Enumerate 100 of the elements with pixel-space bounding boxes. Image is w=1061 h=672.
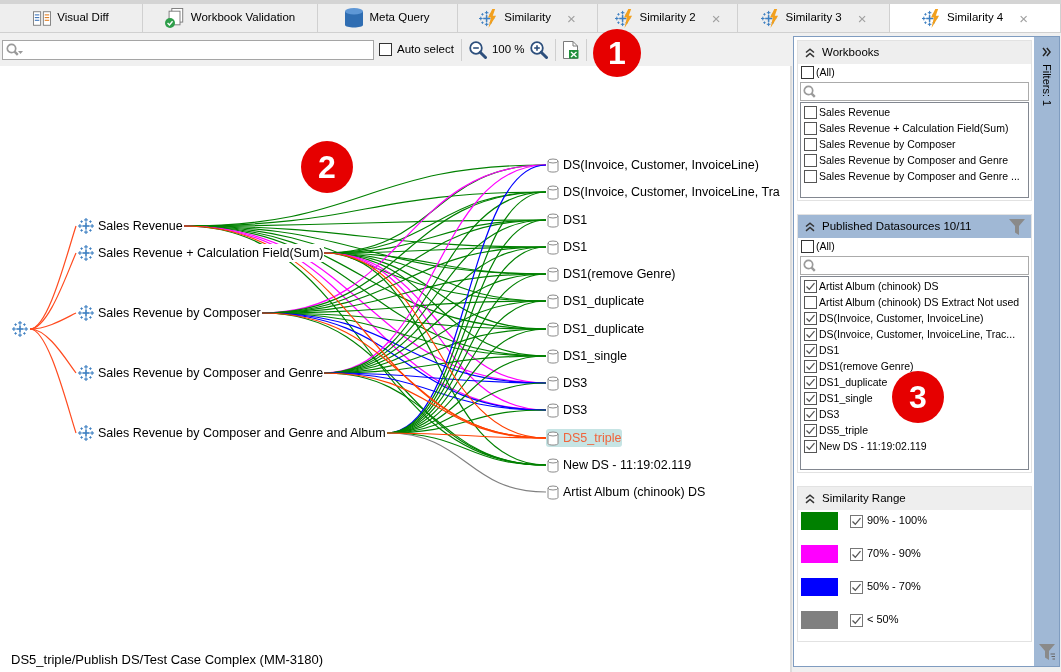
checkbox[interactable] <box>804 311 817 325</box>
datasource-node[interactable]: DS1(remove Genre) <box>546 265 677 283</box>
checkbox-label[interactable]: Sales Revenue by Composer and Genre ... <box>819 169 1020 183</box>
checkbox-label[interactable]: DS3 <box>819 407 840 421</box>
section-title: Published Datasources 10/11 <box>822 219 972 234</box>
checkbox-label[interactable]: (All) <box>816 239 835 253</box>
section-header[interactable]: Published Datasources 10/11 <box>798 215 1031 238</box>
checkbox-label[interactable]: DS1_single <box>819 391 873 405</box>
checkbox-label[interactable]: 70% - 90% <box>867 547 921 561</box>
datasource-node[interactable]: DS1_single <box>546 347 628 365</box>
checkbox-label[interactable]: 50% - 70% <box>867 580 921 594</box>
checkbox[interactable] <box>804 169 817 183</box>
cylinder-icon <box>547 266 559 282</box>
tab[interactable]: Similarity 3 × <box>738 4 890 32</box>
checkbox-label[interactable]: DS(Invoice, Customer, InvoiceLine) <box>819 311 984 325</box>
checkbox[interactable] <box>379 43 392 56</box>
checkbox[interactable] <box>804 137 817 151</box>
checkbox[interactable] <box>804 295 817 309</box>
double-chevron-up-icon[interactable] <box>805 493 815 504</box>
zoom-in-icon[interactable] <box>529 40 548 59</box>
plus-cluster-icon <box>78 425 94 441</box>
checkbox[interactable] <box>804 121 817 135</box>
checkbox-label[interactable]: Sales Revenue by Composer <box>819 137 956 151</box>
datasource-node[interactable]: Artist Album (chinook) DS <box>546 483 707 501</box>
datasource-node[interactable]: DS(Invoice, Customer, InvoiceLine, Tra <box>546 183 781 201</box>
checkbox-label[interactable]: < 50% <box>867 613 899 627</box>
tab[interactable]: Similarity 2 × <box>598 4 738 32</box>
checkbox-label[interactable]: Artist Album (chinook) DS Extract Not used <box>819 295 1020 309</box>
documents-icon <box>33 10 52 26</box>
datasource-node[interactable]: DS1_duplicate <box>546 320 646 338</box>
checkbox[interactable] <box>850 613 863 627</box>
checkbox[interactable] <box>804 391 817 405</box>
tab[interactable]: Meta Query <box>318 4 458 32</box>
checkbox-label[interactable]: Artist Album (chinook) DS <box>819 279 939 293</box>
tab[interactable]: Visual Diff <box>0 4 143 32</box>
plus-cluster-bolt-icon <box>922 8 941 28</box>
section-header[interactable]: Similarity Range <box>798 487 1031 510</box>
checkbox-label[interactable]: Auto select <box>397 42 454 57</box>
checkbox[interactable] <box>804 407 817 421</box>
double-chevron-right-icon[interactable] <box>1042 47 1051 57</box>
checkbox-label[interactable]: DS(Invoice, Customer, InvoiceLine, Trac... <box>819 327 1016 341</box>
checkbox-label[interactable]: Sales Revenue + Calculation Field(Sum) <box>819 121 1009 135</box>
checkbox-label[interactable]: (All) <box>816 65 835 79</box>
checkbox-label[interactable]: Sales Revenue by Composer and Genre <box>819 153 1009 167</box>
datasource-node[interactable]: DS1 <box>546 211 589 229</box>
cylinder-icon <box>547 321 559 337</box>
datasource-node[interactable]: DS3 <box>546 374 589 392</box>
checkbox[interactable] <box>850 514 863 528</box>
double-chevron-up-icon[interactable] <box>805 221 815 232</box>
plus-cluster-icon <box>78 245 94 261</box>
search-field[interactable] <box>800 256 1029 275</box>
checkbox-label[interactable]: DS5_triple <box>819 423 869 437</box>
tab[interactable]: Similarity × <box>458 4 598 32</box>
checkbox-label[interactable]: DS1 <box>819 343 840 357</box>
zoom-out-icon[interactable] <box>468 40 487 59</box>
datasource-node[interactable]: DS3 <box>546 401 589 419</box>
tab[interactable]: Workbook Validation <box>143 4 318 32</box>
cylinder-icon <box>547 293 559 309</box>
checkbox[interactable] <box>804 375 817 389</box>
datasource-node[interactable]: DS1 <box>546 238 589 256</box>
search-field[interactable] <box>2 39 374 60</box>
workbook-node[interactable]: Sales Revenue <box>77 217 184 235</box>
tab[interactable]: Similarity 4 × <box>890 4 1061 32</box>
section-header[interactable]: Workbooks <box>798 41 1031 64</box>
checkbox[interactable] <box>804 105 817 119</box>
cylinder-icon <box>547 212 559 228</box>
checkbox[interactable] <box>804 343 817 357</box>
search-icon <box>6 43 23 56</box>
checkbox[interactable] <box>850 580 863 594</box>
checkbox-label[interactable]: New DS - 11:19:02.119 <box>819 439 927 453</box>
checkbox[interactable] <box>804 279 817 293</box>
datasource-node[interactable]: New DS - 11:19:02.119 <box>546 456 693 474</box>
checkbox[interactable] <box>801 65 814 79</box>
double-chevron-up-icon[interactable] <box>805 47 815 58</box>
cylinder-icon <box>547 484 559 500</box>
plus-cluster-icon[interactable] <box>12 321 28 337</box>
datasource-node[interactable]: DS(Invoice, Customer, InvoiceLine) <box>546 156 760 174</box>
search-field[interactable] <box>800 82 1029 101</box>
rail-label[interactable]: Filters: 1 <box>1039 64 1054 107</box>
checkbox[interactable] <box>801 239 814 253</box>
cylinder-icon <box>547 430 559 446</box>
workbook-node[interactable]: Sales Revenue by Composer <box>77 304 262 322</box>
checkbox-label[interactable]: DS1_duplicate <box>819 375 888 389</box>
checkbox[interactable] <box>804 153 817 167</box>
search-icon <box>803 85 816 98</box>
checkbox[interactable] <box>804 423 817 437</box>
checkbox[interactable] <box>804 439 817 453</box>
datasource-node[interactable]: DS1_duplicate <box>546 292 646 310</box>
cylinder-icon <box>547 184 559 200</box>
checkbox[interactable] <box>804 359 817 373</box>
workbook-node[interactable]: Sales Revenue by Composer and Genre and Album <box>77 424 387 442</box>
checkbox-label[interactable]: Sales Revenue <box>819 105 891 119</box>
checkbox-label[interactable]: DS1(remove Genre) <box>819 359 914 373</box>
checkbox-label[interactable]: 90% - 100% <box>867 514 927 528</box>
workbook-node[interactable]: Sales Revenue by Composer and Genre <box>77 364 325 382</box>
zoom-level: 100 % <box>491 42 525 57</box>
checkbox[interactable] <box>850 547 863 561</box>
checkbox[interactable] <box>804 327 817 341</box>
workbook-node[interactable]: Sales Revenue + Calculation Field(Sum) <box>77 244 325 262</box>
document-x-icon[interactable] <box>562 40 579 59</box>
